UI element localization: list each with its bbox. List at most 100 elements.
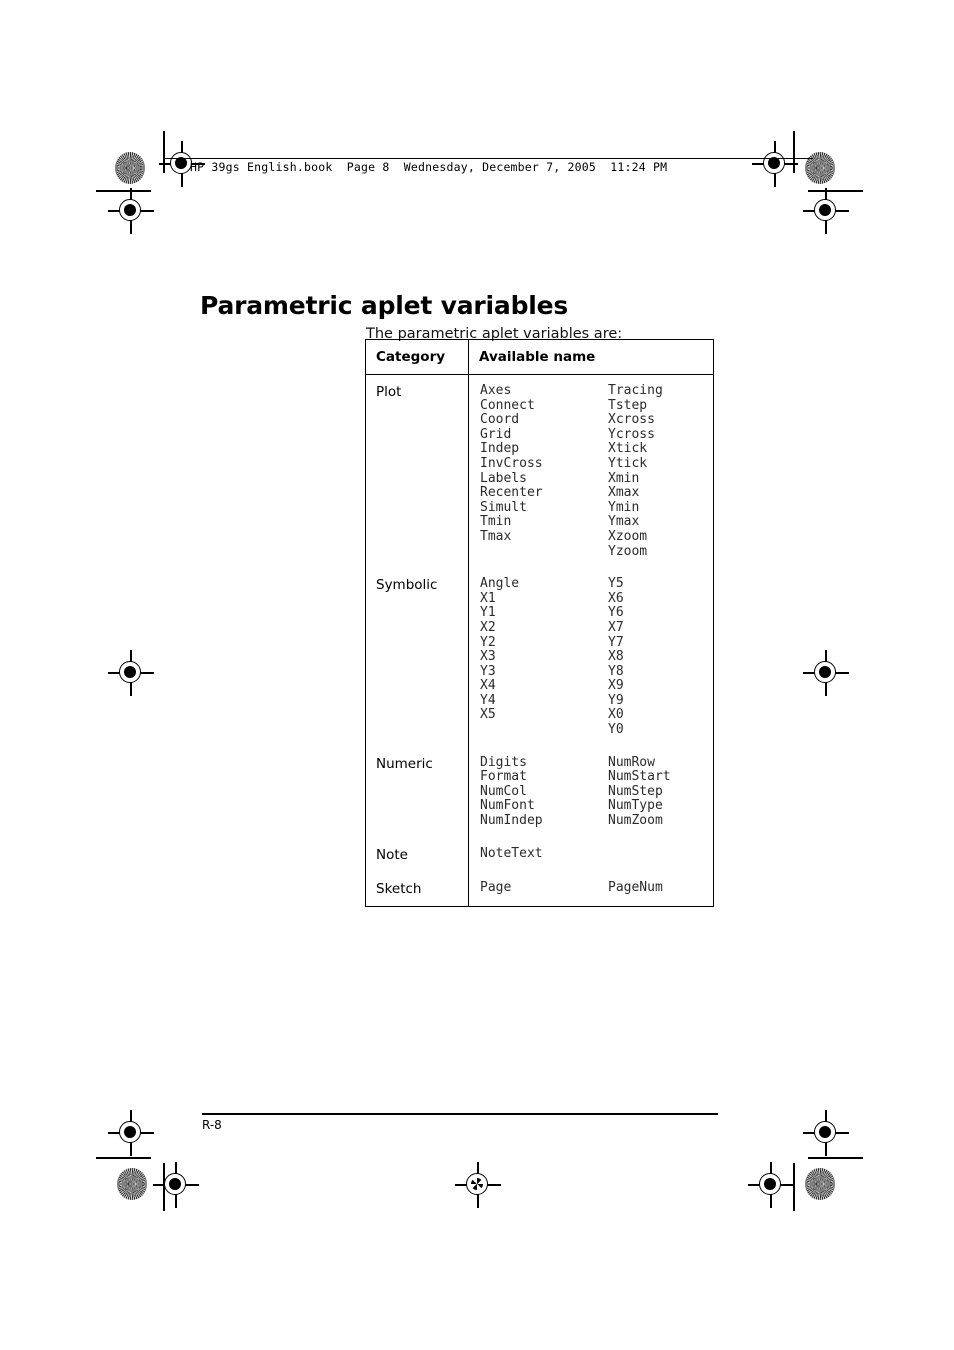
parametric-variables-table: Category Available name Plot Axes Connect… [365,339,714,907]
table-header-row: Category Available name [365,339,714,375]
category-cell-numeric: Numeric [365,746,469,838]
page-title: Parametric aplet variables [200,290,569,320]
variable-name: X8 [608,649,624,665]
column-header-available-name: Available name [468,339,714,375]
table-row: Plot Axes Connect Coord Grid Indep InvCross La… [365,374,714,569]
variable-name: Y9 [608,692,624,708]
variable-name: Ymin [608,499,640,515]
halftone-circle-top-right [805,152,835,184]
variable-name: Simult [480,499,527,515]
category-cell-symbolic: Symbolic [365,568,469,747]
names-right-column-numeric: NumRow NumStart NumStep NumType NumZoom [608,754,713,829]
variable-name: Recenter [480,485,543,501]
variable-name: X3 [480,649,496,665]
variable-name: Ymax [608,514,640,530]
variable-name: NumType [608,798,663,814]
registration-mark-bottom-left [153,1162,199,1208]
variable-name: X5 [480,707,496,723]
crop-line-lower-right-horizontal [808,1157,863,1159]
column-header-category: Category [365,339,469,375]
variable-name: Xzoom [608,528,648,544]
category-cell-note: Note [365,837,469,872]
variable-name: X7 [608,619,624,635]
variable-name: Tstep [608,397,648,413]
variable-name: NumCol [480,783,527,799]
variable-name: X4 [480,678,496,694]
names-left-column-note: NoteText [480,845,608,862]
variable-name: Xmax [608,485,640,501]
names-cell-symbolic: Angle X1 Y1 X2 Y2 X3 Y3 X4 Y4 X5 Y5 X6 Y6 X7 Y7 X8 Y8 X9… [469,568,714,747]
variable-name: Angle [480,576,520,592]
variable-name: NumStep [608,783,663,799]
variable-name: NumRow [608,754,655,770]
crop-line-top-right-vertical [793,131,795,173]
variable-name: NoteText [480,845,543,861]
variable-name: Labels [480,470,527,486]
table-row: Note NoteText [365,837,714,872]
names-right-column-note [608,847,713,862]
halftone-circle-bottom-right [805,1168,835,1200]
variable-name: X1 [480,590,496,606]
names-cell-plot: Axes Connect Coord Grid Indep InvCross Labels R… [469,375,714,569]
variable-name: Axes [480,383,512,398]
registration-mark-bottom-center [455,1162,501,1208]
crop-line-bottom-right-vertical [793,1163,795,1211]
variable-name: NumStart [608,769,671,785]
variable-name: Y0 [608,722,624,738]
names-cell-note: NoteText [469,838,714,872]
variable-name: Xtick [608,441,648,457]
halftone-circle-top-left [115,152,145,184]
variable-name: Digits [480,754,527,770]
variable-name: Xcross [608,412,655,428]
names-cell-sketch: Page PageNum [469,872,714,907]
variable-name: InvCross [480,455,543,471]
variable-name: Ycross [608,426,655,442]
names-right-column-plot: Tracing Tstep Xcross Ycross Xtick Ytick Xmin Xm… [608,383,713,559]
registration-mark-lower-left [108,1110,154,1156]
names-left-column-symbolic: Angle X1 Y1 X2 Y2 X3 Y3 X4 Y4 X5 [480,577,608,738]
footer-page-number: R-8 [202,1118,222,1132]
variable-name: Tmax [480,528,512,544]
table-row: Numeric Digits Format NumCol NumFont NumInde… [365,746,714,838]
table-row: Symbolic Angle X1 Y1 X2 Y2 X3 Y3 X4 Y4 X5 Y5 X6 Y6 X… [365,568,714,747]
variable-name: Y4 [480,692,496,708]
variable-name: Format [480,769,527,785]
crop-line-lower-left-horizontal [96,1157,151,1159]
variable-name: Y1 [480,605,496,621]
variable-name: Coord [480,412,520,428]
registration-mark-bottom-right [748,1162,794,1208]
registration-mark-upper-left [108,188,154,234]
names-left-column-numeric: Digits Format NumCol NumFont NumIndep [480,754,608,829]
variable-name: Y6 [608,605,624,621]
variable-name: Xmin [608,470,640,486]
variable-name: Indep [480,441,520,457]
variable-name: NumZoom [608,813,663,829]
book-header-text: HP 39gs English.book Page 8 Wednesday, D… [190,160,668,174]
variable-name: Y3 [480,663,496,679]
variable-name: Y5 [608,576,624,592]
variable-name: NumIndep [480,813,543,829]
variable-name: Page [480,879,512,895]
names-right-column-symbolic: Y5 X6 Y6 X7 Y7 X8 Y8 X9 Y9 X0 Y0 [608,577,713,738]
variable-name: X9 [608,678,624,694]
registration-mark-upper-right [803,188,849,234]
variable-name: Tracing [608,383,663,398]
variable-name: Tmin [480,514,512,530]
category-cell-plot: Plot [365,374,469,569]
variable-name: Y8 [608,663,624,679]
halftone-circle-bottom-left [117,1168,147,1200]
names-cell-numeric: Digits Format NumCol NumFont NumIndep NumRow… [469,747,714,838]
variable-name: Yzoom [608,543,648,559]
variable-name: Y7 [608,634,624,650]
table-row: Sketch Page PageNum [365,871,714,907]
names-left-column-plot: Axes Connect Coord Grid Indep InvCross Labels R… [480,383,608,559]
registration-mark-lower-right [803,1110,849,1156]
variable-name: Connect [480,397,535,413]
registration-mark-middle-left [108,650,154,696]
names-right-column-sketch: PageNum [608,880,713,896]
registration-mark-top-right [752,141,798,187]
variable-name: Grid [480,426,512,442]
variable-name: X2 [480,619,496,635]
variable-name: Y2 [480,634,496,650]
variable-name: NumFont [480,798,535,814]
